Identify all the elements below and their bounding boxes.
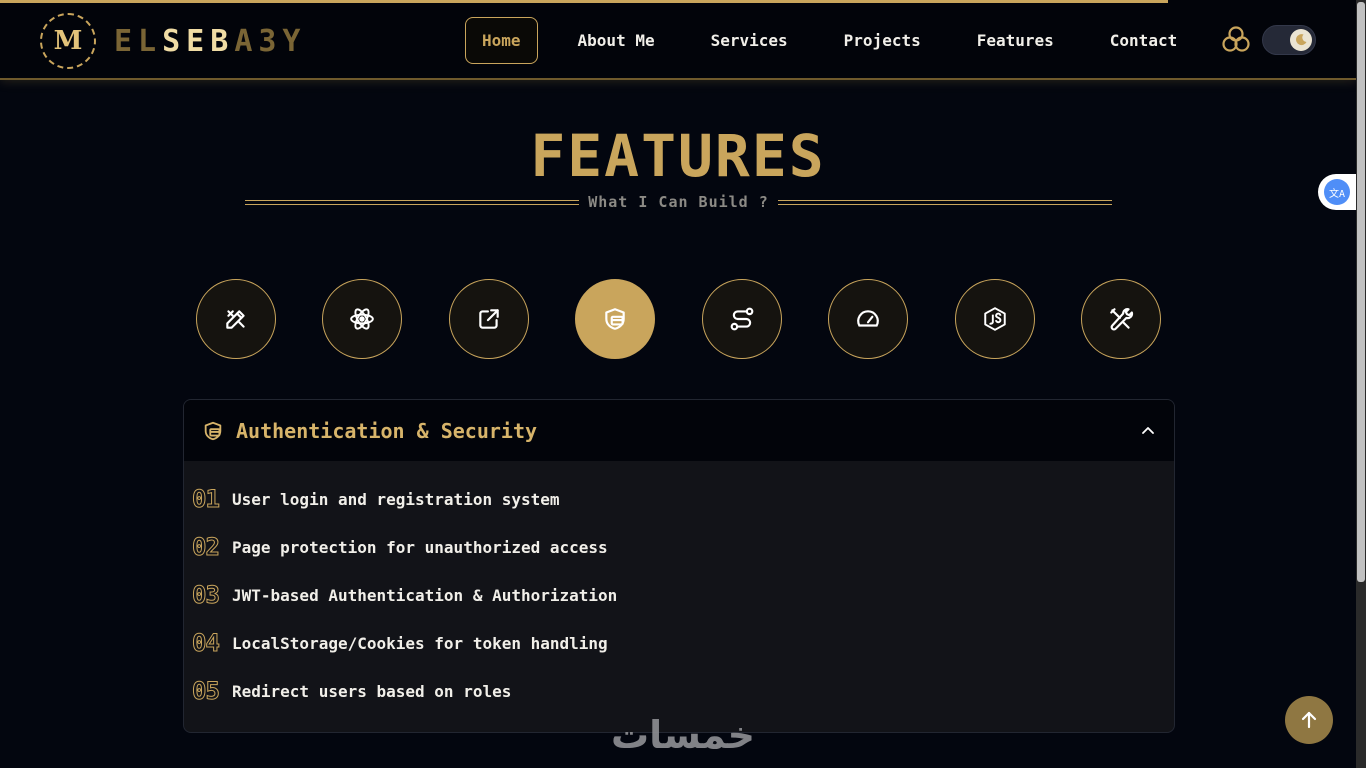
nav-contact[interactable]: Contact xyxy=(1110,19,1177,62)
tab-react[interactable] xyxy=(322,279,402,359)
site-header: M ELSEBA3Y Home About Me Services Projec… xyxy=(0,0,1356,80)
item-text: User login and registration system xyxy=(232,489,560,509)
site-logo[interactable]: M ELSEBA3Y xyxy=(40,13,307,69)
accordion-header[interactable]: Authentication & Security xyxy=(184,400,1174,461)
brand-prefix: EL xyxy=(114,23,163,59)
nav-projects[interactable]: Projects xyxy=(844,19,921,62)
feature-category-tabs xyxy=(196,279,1162,359)
chevron-up-icon[interactable] xyxy=(1140,422,1156,438)
speedometer-icon xyxy=(857,310,879,327)
dark-mode-toggle[interactable] xyxy=(1262,25,1316,55)
moon-icon xyxy=(1296,34,1307,46)
tab-nodejs[interactable] xyxy=(955,279,1035,359)
item-number: 05 xyxy=(192,677,221,706)
brand-suffix: A3Y xyxy=(234,23,307,59)
toggle-knob xyxy=(1290,29,1312,51)
list-item: 01 User login and registration system xyxy=(184,475,1174,523)
accordion-title: Authentication & Security xyxy=(236,418,538,443)
arrow-up-icon xyxy=(1301,711,1317,729)
tab-performance[interactable] xyxy=(828,279,908,359)
nav-services[interactable]: Services xyxy=(711,19,788,62)
design-tools-icon xyxy=(226,310,245,329)
external-link-icon xyxy=(479,309,499,329)
item-number: 04 xyxy=(192,629,221,658)
page-title: FEATURES xyxy=(530,122,826,190)
watermark-logo: خمسات xyxy=(611,713,755,757)
divider-left xyxy=(245,199,580,205)
scroll-to-top-button[interactable] xyxy=(1285,696,1333,744)
nodejs-icon xyxy=(984,307,1006,331)
list-item: 04 LocalStorage/Cookies for token handli… xyxy=(184,619,1174,667)
shield-icon xyxy=(605,308,625,330)
scrollbar-thumb[interactable] xyxy=(1357,2,1365,582)
item-number: 03 xyxy=(192,581,221,610)
tab-external-link[interactable] xyxy=(449,279,529,359)
nav-features[interactable]: Features xyxy=(977,19,1054,62)
accordion-body: 01 User login and registration system 02… xyxy=(184,461,1174,715)
list-item: 03 JWT-based Authentication & Authorizat… xyxy=(184,571,1174,619)
tab-routing[interactable] xyxy=(702,279,782,359)
nav-about-me[interactable]: About Me xyxy=(578,19,655,62)
tools-icon xyxy=(1110,308,1134,331)
item-text: Redirect users based on roles xyxy=(232,681,512,701)
shield-icon xyxy=(204,421,222,440)
item-text: Page protection for unauthorized access xyxy=(232,537,608,557)
page-scrollbar[interactable] xyxy=(1356,0,1366,768)
nav-home[interactable]: Home xyxy=(465,16,538,64)
subtitle-row: What I Can Build ? xyxy=(245,192,1112,212)
item-text: LocalStorage/Cookies for token handling xyxy=(232,633,608,653)
brand-highlight: SEB xyxy=(162,23,235,59)
tab-tools[interactable] xyxy=(1081,279,1161,359)
route-icon xyxy=(730,307,754,331)
brand-name: ELSEBA3Y xyxy=(114,24,307,59)
feature-accordion: Authentication & Security 01 User login … xyxy=(183,399,1175,733)
scroll-progress-bar xyxy=(0,0,1168,3)
tab-security[interactable] xyxy=(575,279,655,359)
divider-right xyxy=(777,199,1112,205)
item-text: JWT-based Authentication & Authorization xyxy=(232,585,618,605)
list-item: 02 Page protection for unauthorized acce… xyxy=(184,523,1174,571)
item-number: 02 xyxy=(192,533,221,562)
list-item: 05 Redirect users based on roles xyxy=(184,667,1174,715)
main-nav: Home About Me Services Projects Features… xyxy=(465,16,1177,64)
logo-initial: M xyxy=(53,26,83,56)
logo-badge: M xyxy=(40,13,96,69)
react-icon xyxy=(350,308,374,330)
tab-design-tools[interactable] xyxy=(196,279,276,359)
section-subtitle: What I Can Build ? xyxy=(588,193,769,211)
color-palette-icon[interactable] xyxy=(1220,24,1252,56)
item-number: 01 xyxy=(192,485,221,514)
